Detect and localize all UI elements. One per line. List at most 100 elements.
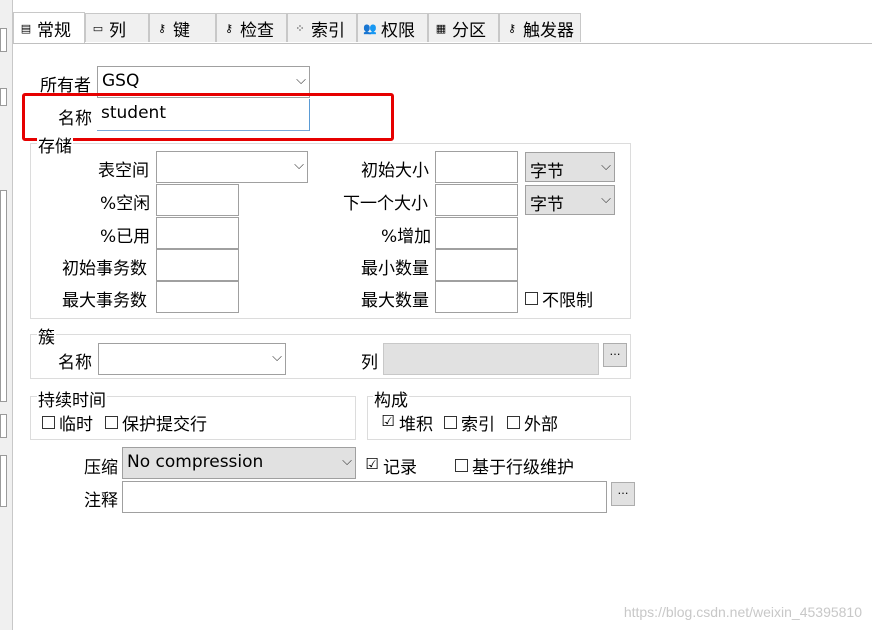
- storage-title: 存储: [37, 132, 73, 157]
- tab-label: 索引: [311, 20, 345, 41]
- compression-value: No compression: [127, 452, 264, 472]
- row-level-checkbox[interactable]: 基于行级维护: [455, 453, 574, 478]
- comment-label: 注释: [84, 491, 118, 511]
- cluster-name-select[interactable]: ⌵: [98, 343, 286, 375]
- cluster-columns-input[interactable]: [383, 343, 599, 375]
- chevron-down-icon: ⌵: [601, 192, 611, 207]
- external-checkbox[interactable]: 外部: [507, 410, 558, 435]
- checkbox-box: [525, 292, 538, 305]
- left-panel-edge: [0, 0, 13, 630]
- left-panel-marker: [0, 190, 7, 402]
- tab-keys[interactable]: ⚷ 键: [149, 13, 216, 42]
- organization-title: 构成: [373, 386, 409, 411]
- chevron-down-icon: ⌵: [294, 158, 304, 173]
- owner-value: GSQ: [102, 71, 140, 91]
- maxextents-label: 最大数量: [361, 291, 429, 311]
- key-icon: ⚷: [157, 21, 167, 35]
- external-label: 外部: [524, 415, 558, 435]
- compress-label: 压缩: [84, 458, 118, 478]
- initial-size-input[interactable]: [435, 151, 518, 183]
- initrans-label: 初始事务数: [62, 259, 147, 279]
- duration-title: 持续时间: [37, 386, 107, 411]
- cluster-title: 簇: [37, 323, 56, 348]
- initrans-input[interactable]: [156, 249, 239, 281]
- temporary-checkbox[interactable]: 临时: [42, 410, 93, 435]
- pctused-label: %已用: [100, 227, 151, 247]
- tab-general[interactable]: ▤ 常规: [13, 12, 85, 43]
- chevron-down-icon: ⌵: [296, 73, 306, 88]
- tab-privileges[interactable]: 👥 权限: [357, 13, 428, 42]
- tab-partitions[interactable]: ▦ 分区: [428, 13, 499, 42]
- tab-label: 列: [109, 20, 126, 41]
- chevron-down-icon: ⌵: [601, 159, 611, 174]
- checkbox-checked: ☑: [381, 412, 395, 430]
- temporary-label: 临时: [59, 415, 93, 435]
- left-panel-marker: [0, 28, 7, 52]
- logging-label: 记录: [383, 458, 417, 478]
- left-panel-marker: [0, 88, 7, 106]
- tablespace-select[interactable]: ⌵: [156, 151, 308, 183]
- cluster-columns-more-button[interactable]: …: [603, 343, 627, 367]
- initial-size-label: 初始大小: [361, 161, 429, 181]
- pctused-input[interactable]: [156, 217, 239, 249]
- unlimited-checkbox[interactable]: 不限制: [525, 286, 593, 311]
- compression-select[interactable]: No compression ⌵: [122, 447, 356, 479]
- tab-label: 键: [173, 20, 190, 41]
- checkbox-box: [444, 416, 457, 429]
- partition-icon: ▦: [435, 21, 447, 35]
- maxtrans-label: 最大事务数: [62, 291, 147, 311]
- preserve-rows-label: 保护提交行: [122, 415, 207, 435]
- maxtrans-input[interactable]: [156, 281, 239, 313]
- pctfree-label: %空闲: [100, 194, 151, 214]
- columns-icon: ▭: [92, 21, 104, 35]
- row-level-label: 基于行级维护: [472, 458, 574, 478]
- highlight-box: [22, 93, 394, 141]
- next-size-input[interactable]: [435, 184, 518, 216]
- tab-indexes[interactable]: ⁘ 索引: [287, 13, 357, 42]
- trigger-icon: ⚷: [507, 21, 517, 35]
- next-size-label: 下一个大小: [343, 194, 428, 214]
- next-unit-select[interactable]: 字节 ⌵: [525, 185, 615, 215]
- minextents-input[interactable]: [435, 249, 518, 281]
- tab-label: 分区: [452, 20, 486, 41]
- logging-checkbox[interactable]: ☑ 记录: [365, 453, 417, 478]
- left-panel-marker: [0, 455, 7, 507]
- comment-input[interactable]: [122, 481, 607, 513]
- privileges-icon: 👥: [363, 21, 377, 35]
- tab-bar: ▤ 常规 ▭ 列 ⚷ 键 ⚷ 检查 ⁘ 索引 👥 权限 ▦ 分区 ⚷ 触发器: [13, 12, 872, 44]
- initial-unit-select[interactable]: 字节 ⌵: [525, 152, 615, 182]
- checkbox-box: [507, 416, 520, 429]
- watermark: https://blog.csdn.net/weixin_45395810: [623, 604, 862, 620]
- cluster-name-label: 名称: [58, 353, 92, 373]
- checkbox-box: [105, 416, 118, 429]
- check-icon: ⚷: [224, 21, 234, 35]
- tab-label: 检查: [240, 20, 274, 41]
- next-unit-value: 字节: [530, 195, 564, 215]
- tab-columns[interactable]: ▭ 列: [85, 13, 149, 42]
- checkbox-checked: ☑: [365, 455, 379, 473]
- heap-checkbox[interactable]: ☑ 堆积: [381, 410, 433, 435]
- maxextents-input[interactable]: [435, 281, 518, 313]
- checkbox-box: [455, 459, 468, 472]
- tab-label: 触发器: [523, 20, 574, 41]
- checkbox-box: [42, 416, 55, 429]
- heap-label: 堆积: [399, 415, 433, 435]
- preserve-rows-checkbox[interactable]: 保护提交行: [105, 410, 207, 435]
- tab-checks[interactable]: ⚷ 检查: [216, 13, 287, 42]
- unlimited-label: 不限制: [542, 291, 593, 311]
- pctincrease-label: %增加: [381, 227, 432, 247]
- index-organized-checkbox[interactable]: 索引: [444, 410, 495, 435]
- tablespace-label: 表空间: [98, 161, 149, 181]
- chevron-down-icon: ⌵: [272, 350, 282, 365]
- tab-label: 常规: [37, 20, 71, 41]
- cluster-columns-label: 列: [361, 353, 378, 373]
- general-icon: ▤: [20, 21, 32, 35]
- tab-label: 权限: [381, 20, 415, 41]
- index-organized-label: 索引: [461, 415, 495, 435]
- chevron-down-icon: ⌵: [342, 454, 352, 469]
- comment-more-button[interactable]: …: [611, 482, 635, 506]
- pctfree-input[interactable]: [156, 184, 239, 216]
- pctincrease-input[interactable]: [435, 217, 518, 249]
- minextents-label: 最小数量: [361, 259, 429, 279]
- tab-triggers[interactable]: ⚷ 触发器: [499, 13, 581, 42]
